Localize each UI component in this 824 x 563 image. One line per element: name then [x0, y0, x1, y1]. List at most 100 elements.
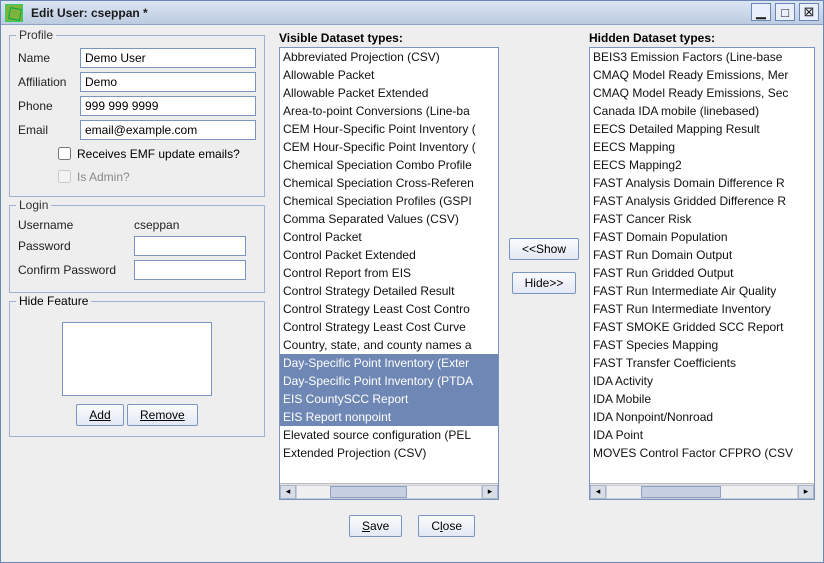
- list-item[interactable]: FAST SMOKE Gridded SCC Report: [590, 318, 814, 336]
- scroll-left-icon[interactable]: ◂: [590, 485, 606, 499]
- receives-emf-checkbox[interactable]: [58, 147, 71, 160]
- list-item[interactable]: Allowable Packet: [280, 66, 498, 84]
- add-button[interactable]: Add: [76, 404, 123, 426]
- minimize-icon[interactable]: ▁: [751, 3, 771, 21]
- titlebar: Edit User: cseppan * ▁ □ ⊠: [1, 1, 823, 25]
- list-item[interactable]: FAST Transfer Coefficients: [590, 354, 814, 372]
- list-item[interactable]: FAST Domain Population: [590, 228, 814, 246]
- list-item[interactable]: Chemical Speciation Cross-Referen: [280, 174, 498, 192]
- visible-types-header: Visible Dataset types:: [279, 31, 499, 45]
- hscroll-track[interactable]: [606, 485, 798, 499]
- username-value: cseppan: [134, 218, 179, 232]
- list-item[interactable]: Day-Specific Point Inventory (PTDA: [280, 372, 498, 390]
- list-item[interactable]: FAST Species Mapping: [590, 336, 814, 354]
- affiliation-field[interactable]: [80, 72, 256, 92]
- remove-button[interactable]: Remove: [127, 404, 198, 426]
- list-item[interactable]: EECS Mapping2: [590, 156, 814, 174]
- hide-feature-listbox[interactable]: [62, 322, 212, 396]
- list-item[interactable]: IDA Activity: [590, 372, 814, 390]
- list-item[interactable]: CMAQ Model Ready Emissions, Sec: [590, 84, 814, 102]
- receives-emf-row: Receives EMF update emails?: [54, 144, 256, 163]
- list-item[interactable]: Control Packet Extended: [280, 246, 498, 264]
- list-item[interactable]: Comma Separated Values (CSV): [280, 210, 498, 228]
- list-item[interactable]: FAST Cancer Risk: [590, 210, 814, 228]
- list-item[interactable]: Country, state, and county names a: [280, 336, 498, 354]
- receives-emf-label: Receives EMF update emails?: [77, 147, 240, 161]
- transfer-buttons: <<Show Hide>>: [499, 31, 589, 500]
- affiliation-label: Affiliation: [18, 75, 80, 89]
- list-item[interactable]: Control Report from EIS: [280, 264, 498, 282]
- list-item[interactable]: Abbreviated Projection (CSV): [280, 48, 498, 66]
- scroll-left-icon[interactable]: ◂: [280, 485, 296, 499]
- list-item[interactable]: FAST Run Intermediate Inventory: [590, 300, 814, 318]
- list-item[interactable]: CEM Hour-Specific Point Inventory (: [280, 120, 498, 138]
- list-item[interactable]: Extended Projection (CSV): [280, 444, 498, 462]
- list-item[interactable]: MOVES Control Factor CFPRO (CSV: [590, 444, 814, 462]
- maximize-icon[interactable]: □: [775, 3, 795, 21]
- hscroll-thumb[interactable]: [641, 486, 721, 498]
- list-item[interactable]: Control Strategy Detailed Result: [280, 282, 498, 300]
- phone-field[interactable]: [80, 96, 256, 116]
- list-item[interactable]: Chemical Speciation Combo Profile: [280, 156, 498, 174]
- scroll-right-icon[interactable]: ▸: [798, 485, 814, 499]
- dataset-types-area: Visible Dataset types: Abbreviated Proje…: [279, 31, 815, 500]
- list-item[interactable]: Day-Specific Point Inventory (Exter: [280, 354, 498, 372]
- hide-button[interactable]: Hide>>: [512, 272, 577, 294]
- list-item[interactable]: EECS Detailed Mapping Result: [590, 120, 814, 138]
- content-area: Profile Name Affiliation Phone Email: [9, 31, 815, 554]
- email-field[interactable]: [80, 120, 256, 140]
- list-item[interactable]: EIS CountySCC Report: [280, 390, 498, 408]
- close-window-icon[interactable]: ⊠: [799, 3, 819, 21]
- password-field[interactable]: [134, 236, 246, 256]
- name-label: Name: [18, 51, 80, 65]
- hscroll-thumb[interactable]: [330, 486, 407, 498]
- visible-types-list[interactable]: Abbreviated Projection (CSV)Allowable Pa…: [279, 47, 499, 500]
- edit-user-window: Edit User: cseppan * ▁ □ ⊠ Profile Name …: [0, 0, 824, 563]
- save-button[interactable]: Save: [349, 515, 402, 537]
- is-admin-row: Is Admin?: [54, 167, 256, 186]
- list-item[interactable]: CEM Hour-Specific Point Inventory (: [280, 138, 498, 156]
- list-item[interactable]: CMAQ Model Ready Emissions, Mer: [590, 66, 814, 84]
- is-admin-label: Is Admin?: [77, 170, 130, 184]
- list-item[interactable]: IDA Mobile: [590, 390, 814, 408]
- list-item[interactable]: Allowable Packet Extended: [280, 84, 498, 102]
- list-item[interactable]: BEIS3 Emission Factors (Line-base: [590, 48, 814, 66]
- list-item[interactable]: Control Strategy Least Cost Curve: [280, 318, 498, 336]
- list-item[interactable]: FAST Analysis Domain Difference R: [590, 174, 814, 192]
- hidden-hscrollbar[interactable]: ◂ ▸: [590, 483, 814, 499]
- scroll-right-icon[interactable]: ▸: [482, 485, 498, 499]
- confirm-password-field[interactable]: [134, 260, 246, 280]
- visible-hscrollbar[interactable]: ◂ ▸: [280, 483, 498, 499]
- list-item[interactable]: EIS Report nonpoint: [280, 408, 498, 426]
- phone-label: Phone: [18, 99, 80, 113]
- list-item[interactable]: FAST Run Intermediate Air Quality: [590, 282, 814, 300]
- list-item[interactable]: FAST Run Domain Output: [590, 246, 814, 264]
- show-button[interactable]: <<Show: [509, 238, 579, 260]
- app-icon: [5, 4, 23, 22]
- password-label: Password: [18, 239, 134, 253]
- hide-feature-legend: Hide Feature: [16, 294, 91, 308]
- close-button[interactable]: Close: [418, 515, 475, 537]
- hidden-types-list[interactable]: BEIS3 Emission Factors (Line-baseCMAQ Mo…: [589, 47, 815, 500]
- profile-legend: Profile: [16, 28, 56, 42]
- hidden-types-header: Hidden Dataset types:: [589, 31, 815, 45]
- list-item[interactable]: FAST Run Gridded Output: [590, 264, 814, 282]
- list-item[interactable]: Elevated source configuration (PEL: [280, 426, 498, 444]
- hscroll-track[interactable]: [296, 485, 482, 499]
- list-item[interactable]: Control Packet: [280, 228, 498, 246]
- profile-group: Profile Name Affiliation Phone Email: [9, 35, 265, 197]
- email-label: Email: [18, 123, 80, 137]
- left-column: Profile Name Affiliation Phone Email: [9, 31, 265, 437]
- list-item[interactable]: EECS Mapping: [590, 138, 814, 156]
- hide-feature-group: Hide Feature Add Remove: [9, 301, 265, 437]
- list-item[interactable]: FAST Analysis Gridded Difference R: [590, 192, 814, 210]
- list-item[interactable]: Chemical Speciation Profiles (GSPI: [280, 192, 498, 210]
- list-item[interactable]: IDA Nonpoint/Nonroad: [590, 408, 814, 426]
- list-item[interactable]: IDA Point: [590, 426, 814, 444]
- confirm-password-label: Confirm Password: [18, 263, 134, 277]
- name-field[interactable]: [80, 48, 256, 68]
- list-item[interactable]: Area-to-point Conversions (Line-ba: [280, 102, 498, 120]
- username-label: Username: [18, 218, 134, 232]
- list-item[interactable]: Control Strategy Least Cost Contro: [280, 300, 498, 318]
- list-item[interactable]: Canada IDA mobile (linebased): [590, 102, 814, 120]
